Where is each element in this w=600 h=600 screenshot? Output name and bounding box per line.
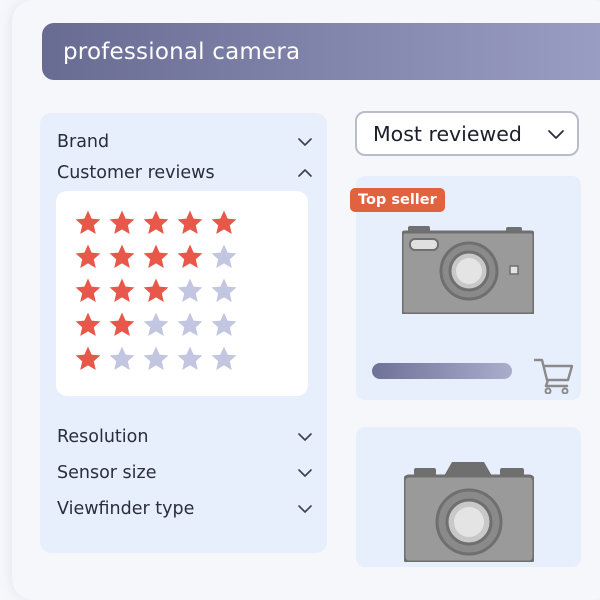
star-filled-icon bbox=[75, 346, 101, 370]
star-empty-icon bbox=[211, 312, 237, 336]
camera-icon bbox=[404, 462, 534, 562]
star-empty-icon bbox=[177, 346, 203, 370]
cart-icon[interactable] bbox=[534, 356, 574, 394]
star-filled-icon bbox=[211, 210, 237, 234]
top-seller-badge: Top seller bbox=[350, 188, 445, 212]
filter-label: Customer reviews bbox=[57, 163, 215, 183]
star-filled-icon bbox=[143, 244, 169, 268]
star-filled-icon bbox=[109, 210, 135, 234]
chevron-down-icon bbox=[298, 469, 312, 477]
search-query: professional camera bbox=[63, 38, 301, 65]
rating-options bbox=[56, 191, 308, 396]
filter-label: Sensor size bbox=[57, 463, 157, 483]
star-filled-icon bbox=[177, 244, 203, 268]
star-empty-icon bbox=[143, 312, 169, 336]
star-empty-icon bbox=[211, 278, 237, 302]
star-filled-icon bbox=[109, 244, 135, 268]
star-empty-icon bbox=[211, 346, 237, 370]
product-card[interactable] bbox=[356, 427, 581, 567]
filter-viewfinder-type[interactable]: Viewfinder type bbox=[57, 496, 312, 522]
rating-option-1[interactable] bbox=[74, 345, 238, 373]
star-empty-icon bbox=[177, 312, 203, 336]
filter-brand[interactable]: Brand bbox=[57, 129, 312, 155]
star-empty-icon bbox=[211, 244, 237, 268]
rating-option-3[interactable] bbox=[74, 277, 238, 305]
star-filled-icon bbox=[75, 244, 101, 268]
chevron-down-icon bbox=[298, 505, 312, 513]
star-empty-icon bbox=[177, 278, 203, 302]
chevron-up-icon bbox=[298, 169, 312, 177]
chevron-down-icon bbox=[548, 129, 564, 139]
star-filled-icon bbox=[143, 210, 169, 234]
filter-sensor-size[interactable]: Sensor size bbox=[57, 460, 312, 486]
rating-option-2[interactable] bbox=[74, 311, 238, 339]
filter-customer-reviews[interactable]: Customer reviews bbox=[57, 160, 312, 186]
filter-label: Resolution bbox=[57, 427, 149, 447]
star-filled-icon bbox=[75, 210, 101, 234]
star-filled-icon bbox=[143, 278, 169, 302]
filters-panel: Brand Customer reviews Resolution Sensor… bbox=[40, 113, 327, 553]
camera-icon bbox=[402, 226, 534, 314]
rating-option-5[interactable] bbox=[74, 209, 238, 237]
star-empty-icon bbox=[109, 346, 135, 370]
sort-dropdown[interactable]: Most reviewed bbox=[355, 111, 579, 156]
rating-option-4[interactable] bbox=[74, 243, 238, 271]
price-placeholder-bar bbox=[372, 363, 512, 379]
star-filled-icon bbox=[109, 278, 135, 302]
filter-label: Brand bbox=[57, 132, 110, 152]
star-filled-icon bbox=[177, 210, 203, 234]
filter-label: Viewfinder type bbox=[57, 499, 195, 519]
star-filled-icon bbox=[75, 278, 101, 302]
sort-selected-value: Most reviewed bbox=[373, 121, 522, 146]
star-filled-icon bbox=[109, 312, 135, 336]
star-filled-icon bbox=[75, 312, 101, 336]
chevron-down-icon bbox=[298, 433, 312, 441]
search-bar[interactable]: professional camera bbox=[42, 23, 600, 80]
filter-resolution[interactable]: Resolution bbox=[57, 424, 312, 450]
chevron-down-icon bbox=[298, 138, 312, 146]
star-empty-icon bbox=[143, 346, 169, 370]
